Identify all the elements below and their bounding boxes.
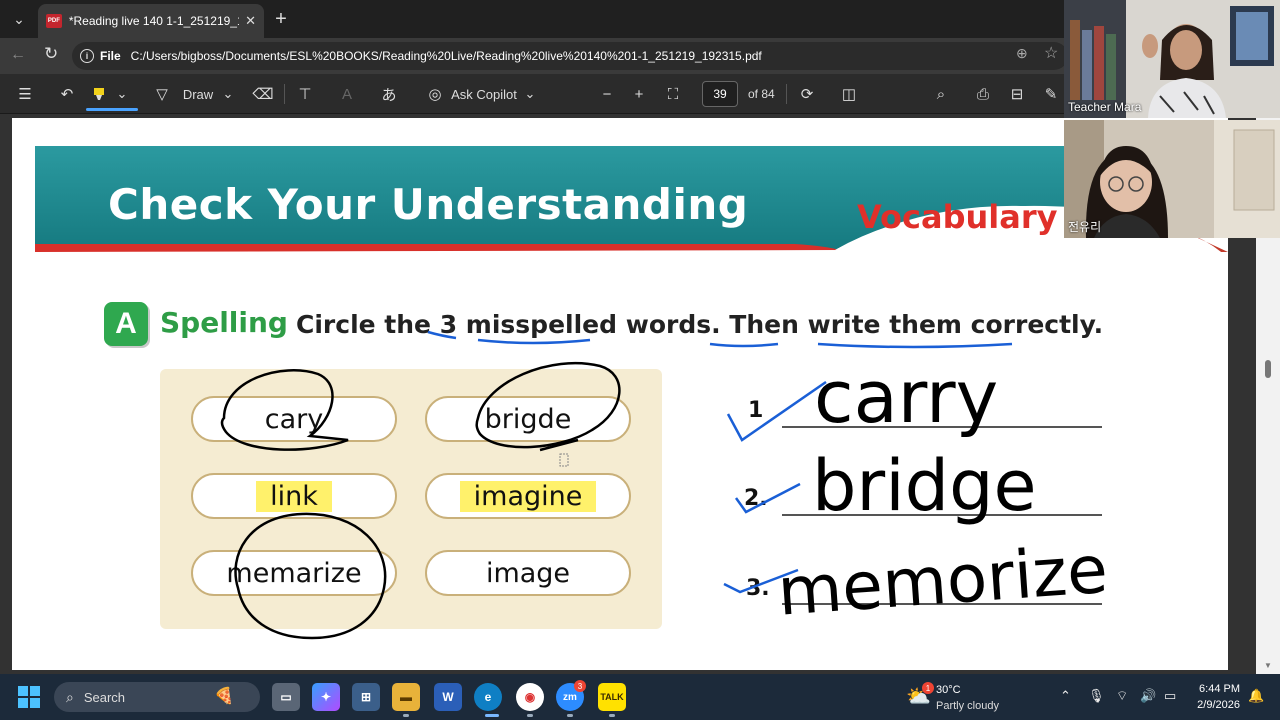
tab-pdf-document[interactable]: PDF *Reading live 140 1-1_251219_192 ✕ xyxy=(38,4,264,38)
info-icon[interactable]: i xyxy=(80,49,94,63)
running-indicator xyxy=(567,714,573,717)
tab-close-icon[interactable]: ✕ xyxy=(245,13,256,29)
highlight-chevron-down-icon[interactable]: ⌄ xyxy=(114,82,130,106)
kakaotalk-icon[interactable]: TALK xyxy=(598,683,626,711)
handwritten-answer: bridge xyxy=(812,445,1037,527)
video-tile-teacher[interactable]: Teacher Mara xyxy=(1064,0,1280,118)
translate-icon[interactable]: あ xyxy=(378,82,400,106)
wifi-icon[interactable]: ⌔ xyxy=(1116,688,1128,704)
address-scheme: File xyxy=(100,49,121,63)
running-indicator xyxy=(403,714,409,717)
weather-description: Partly cloudy xyxy=(936,700,999,712)
draw-icon[interactable]: ▽ xyxy=(150,82,174,106)
contents-list-icon[interactable]: ☰ xyxy=(14,82,36,106)
notification-bell-icon[interactable]: 🔔 xyxy=(1248,688,1264,704)
pdf-file-icon: PDF xyxy=(46,14,62,28)
active-tool-indicator xyxy=(86,108,138,111)
page-total: of 84 xyxy=(748,87,775,101)
running-indicator xyxy=(609,714,615,717)
check-mark xyxy=(726,380,827,442)
back-arrow-icon[interactable]: ← xyxy=(10,46,26,64)
page-number-input[interactable] xyxy=(702,81,738,107)
file-explorer-icon[interactable]: ▬ xyxy=(392,683,420,711)
page-view-icon[interactable]: ◫ xyxy=(838,82,860,106)
task-view-icon[interactable]: ▭ xyxy=(272,683,300,711)
show-hidden-icons-chevron-icon[interactable]: ⌃ xyxy=(1060,688,1071,704)
zoom-in-icon[interactable]: + xyxy=(628,82,650,106)
notification-badge: 3 xyxy=(574,680,586,692)
refresh-icon[interactable]: ↻ xyxy=(44,44,58,64)
windows-taskbar: ⌕ Search 🍕 ▭ ✦ ⊞ ▬ W e ◉ zm 3 TALK ⛅ 1 3… xyxy=(0,674,1280,720)
rotate-icon[interactable]: ⟳ xyxy=(796,82,818,106)
cursor-icon xyxy=(559,453,569,467)
weather-temperature: 30°C xyxy=(936,684,961,696)
copilot-chevron-down-icon[interactable]: ⌄ xyxy=(522,82,538,106)
save-icon[interactable]: ⊟ xyxy=(1006,82,1028,106)
participant-name: Teacher Mara xyxy=(1068,100,1142,114)
ask-copilot-label[interactable]: Ask Copilot xyxy=(448,82,520,106)
draw-chevron-down-icon[interactable]: ⌄ xyxy=(220,82,236,106)
zoom-out-icon[interactable]: − xyxy=(596,82,618,106)
underline-mark xyxy=(477,338,591,345)
clock-time[interactable]: 6:44 PM xyxy=(1190,683,1240,695)
copilot-app-icon[interactable]: ✦ xyxy=(312,683,340,711)
address-bar[interactable]: i File C:/Users/bigboss/Documents/ESL%20… xyxy=(72,42,1068,70)
pdf-page: Check Your Understanding Vocabulary A Sp… xyxy=(12,118,1228,670)
zoom-icon[interactable]: ⊕ xyxy=(1016,45,1028,62)
draw-label[interactable]: Draw xyxy=(178,82,218,106)
screen: ⌄ PDF *Reading live 140 1-1_251219_192 ✕… xyxy=(0,0,1280,720)
running-indicator xyxy=(527,714,533,717)
word-app-icon[interactable]: W xyxy=(434,683,462,711)
tab-list-chevron-icon[interactable]: ⌄ xyxy=(6,6,32,32)
battery-icon[interactable]: ▭ xyxy=(1164,688,1176,704)
handwritten-answer: carry xyxy=(814,355,998,439)
search-highlight-pizza-icon: 🍕 xyxy=(214,688,234,705)
underline-mark xyxy=(817,342,1013,349)
chrome-icon[interactable]: ◉ xyxy=(516,683,544,711)
toolbar-divider xyxy=(786,84,787,104)
text-box-icon[interactable]: ⊤ xyxy=(294,82,316,106)
underline-mark xyxy=(427,330,457,340)
copilot-icon[interactable]: ◎ xyxy=(424,82,446,106)
toolbar-divider xyxy=(284,84,285,104)
participant-name: 전유리 xyxy=(1068,220,1102,234)
clock-date[interactable]: 2/9/2026 xyxy=(1190,699,1240,711)
scroll-down-arrow-icon[interactable]: ▼ xyxy=(1264,661,1272,670)
underline-mark xyxy=(709,342,779,348)
favorite-star-icon[interactable]: ☆ xyxy=(1044,43,1058,63)
tab-title: *Reading live 140 1-1_251219_192 xyxy=(68,14,240,28)
undo-icon[interactable]: ↶ xyxy=(56,82,78,106)
handwritten-answer: memorize xyxy=(775,531,1110,631)
microphone-icon[interactable]: 🎙 xyxy=(1088,688,1105,704)
windows-start-icon[interactable] xyxy=(18,686,40,708)
active-indicator xyxy=(485,714,499,717)
new-tab-button[interactable]: + xyxy=(270,8,292,30)
save-as-icon[interactable]: ✎ xyxy=(1040,82,1062,106)
speaker-icon[interactable]: 🔊 xyxy=(1140,688,1156,704)
eraser-icon[interactable]: ⌫ xyxy=(252,82,274,106)
scroll-thumb[interactable] xyxy=(1265,360,1271,378)
microsoft-store-icon[interactable]: ⊞ xyxy=(352,683,380,711)
edge-browser-icon[interactable]: e xyxy=(474,683,502,711)
read-aloud-icon: A xyxy=(341,85,352,103)
circle-mark xyxy=(220,369,349,451)
search-icon[interactable]: ⌕ xyxy=(930,82,952,106)
print-icon[interactable]: ⎙ xyxy=(972,82,994,106)
circle-mark xyxy=(234,512,387,640)
circle-mark xyxy=(475,361,621,449)
taskbar-search[interactable]: ⌕ Search 🍕 xyxy=(54,682,260,712)
video-tile-student[interactable]: 전유리 xyxy=(1064,120,1280,238)
search-label: Search xyxy=(83,689,126,705)
address-url[interactable]: C:/Users/bigboss/Documents/ESL%20BOOKS/R… xyxy=(131,49,762,63)
highlight-icon[interactable] xyxy=(88,82,110,106)
ink-annotations: carry bridge memorize xyxy=(220,330,1110,640)
search-icon: ⌕ xyxy=(66,688,74,705)
weather-badge: 1 xyxy=(922,682,934,694)
fit-page-icon[interactable]: ⛶ xyxy=(662,82,684,106)
check-mark xyxy=(734,482,801,514)
